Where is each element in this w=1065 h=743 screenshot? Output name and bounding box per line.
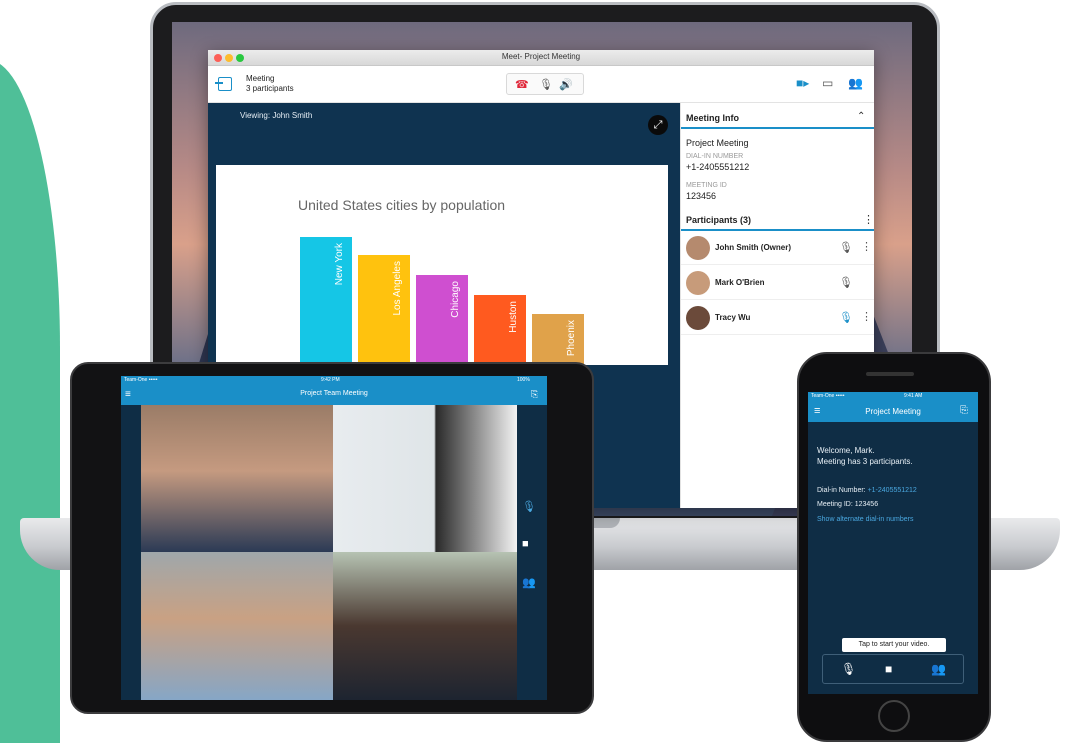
participants-count: 3 participants [246, 84, 294, 93]
participants-header: Participants (3) [686, 215, 752, 225]
phone-carrier: Team-One ••••• [811, 393, 845, 399]
phone-speaker [866, 372, 914, 376]
avatar [686, 236, 710, 260]
participant-row[interactable]: John Smith (Owner) 🎙 ⋮ [681, 231, 874, 265]
tablet-app-screen: Team-One ••••• 9:42 PM 100% ≡ Project Te… [121, 376, 547, 700]
chart-title: United States cities by population [298, 197, 506, 213]
chart-bar-label: Huston [508, 301, 519, 333]
avatar [686, 306, 710, 330]
chart-bar: Los Angeles [358, 255, 410, 365]
participants-more-icon[interactable]: ⋮ [863, 213, 874, 226]
participants-icon[interactable]: 👥 [522, 576, 536, 589]
participant-row[interactable]: Tracy Wu 🎙 ⋮ [681, 301, 874, 335]
avatar [686, 271, 710, 295]
chart-bar: Huston [474, 295, 526, 365]
phone-time: 9:41 AM [904, 393, 923, 399]
participants-icon[interactable]: 👥 [848, 76, 863, 90]
participants-icon[interactable]: 👥 [931, 662, 946, 676]
tablet-battery: 100% [517, 377, 530, 383]
hang-up-icon[interactable]: ☎ [515, 78, 529, 91]
mute-mic-icon[interactable]: 🎙 [522, 500, 536, 513]
meeting-info-header: Meeting Info [686, 113, 739, 123]
chart-bar: New York [300, 237, 352, 365]
meeting-name: Project Meeting [686, 138, 749, 148]
tablet-carrier: Team-One ••••• [124, 377, 158, 383]
mute-mic-icon[interactable]: 🎙 [839, 311, 853, 324]
dial-in-label: Dial-in Number: [817, 487, 868, 494]
meeting-title: Meeting [246, 74, 275, 83]
video-tile-participant-four [333, 552, 517, 700]
chart-bar: Phoenix [532, 314, 584, 365]
phone-home-button[interactable] [878, 700, 910, 732]
meeting-id: 123456 [686, 191, 717, 201]
mute-mic-icon[interactable]: 🎙 [841, 662, 856, 676]
phone-title: Project Meeting [865, 407, 921, 416]
meeting-info-divider [681, 127, 874, 129]
speaker-icon[interactable]: 🔊 [559, 78, 573, 91]
collapse-chevron-icon[interactable]: ⌃ [857, 111, 865, 122]
alternate-numbers-link[interactable]: Show alternate dial-in numbers [817, 516, 914, 523]
tablet-time: 9:42 PM [321, 377, 340, 383]
bar-chart: New York Los Angeles Chicago Huston Phoenix [300, 237, 590, 365]
mute-mic-icon[interactable]: 🎙 [839, 241, 853, 254]
meeting-label: Meeting 3 participants [246, 74, 294, 94]
screen-share-icon[interactable]: ▭ [822, 76, 833, 90]
decorative-green-band [0, 60, 60, 743]
start-video-tooltip: Tap to start your video. [842, 638, 946, 652]
call-controls: ☎ 🎙 🔊 [506, 73, 584, 95]
tablet-header: ≡ Project Team Meeting ⎘ [121, 386, 547, 405]
dial-in-number: +1-2405551212 [686, 162, 750, 172]
participant-row[interactable]: Mark O'Brien 🎙 [681, 266, 874, 300]
more-options-icon[interactable]: ⋮ [861, 240, 872, 253]
chart-bar-label: Los Angeles [392, 261, 403, 316]
dial-in-label: DIAL-IN NUMBER [686, 153, 744, 160]
participant-name: John Smith (Owner) [715, 243, 791, 252]
dial-in-number-link[interactable]: +1-2405551212 [868, 487, 917, 494]
video-tile-mark-obrien [141, 552, 333, 700]
phone-status-bar: Team-One ••••• 9:41 AM [808, 392, 978, 402]
participant-name: Mark O'Brien [715, 278, 765, 287]
meeting-id-label: MEETING ID [686, 182, 727, 189]
mute-mic-icon[interactable]: 🎙 [539, 78, 553, 91]
phone-header: ≡ Project Meeting ⎘ [808, 402, 978, 422]
tablet-title: Project Team Meeting [300, 390, 368, 397]
meeting-toolbar: Meeting 3 participants ☎ 🎙 🔊 ■▸ ▭ 👥 [208, 66, 874, 103]
window-title: Meet- Project Meeting [501, 52, 581, 61]
phone-call-controls: 🎙 ■ 👥 [822, 654, 964, 684]
chart-bar-label: New York [334, 243, 345, 286]
viewing-label: Viewing: John Smith [240, 111, 313, 120]
chart-bar-label: Phoenix [566, 320, 577, 357]
leave-meeting-icon[interactable]: ⎘ [960, 405, 968, 416]
mute-mic-icon[interactable]: 🎙 [839, 276, 853, 289]
video-camera-icon[interactable]: ■▸ [796, 76, 809, 90]
expand-icon[interactable]: ⤢ [648, 115, 668, 135]
video-camera-icon[interactable]: ■ [885, 662, 892, 676]
product-showcase: Meet- Project Meeting Meeting 3 particip… [0, 0, 1065, 743]
leave-meeting-icon[interactable] [215, 77, 232, 91]
meeting-id-text: Meeting ID: 123456 [817, 501, 879, 508]
chart-bar-label: Chicago [450, 281, 461, 318]
tablet-status-bar: Team-One ••••• 9:42 PM 100% [121, 376, 547, 386]
participant-name: Tracy Wu [715, 313, 751, 322]
video-tile-tracy-wu [333, 405, 517, 552]
chart-bar: Chicago [416, 275, 468, 365]
phone-app-screen: Team-One ••••• 9:41 AM ≡ Project Meeting… [808, 392, 978, 694]
video-camera-icon[interactable]: ■ [522, 538, 529, 550]
shared-slide: United States cities by population New Y… [216, 165, 668, 365]
leave-meeting-icon[interactable]: ⎘ [531, 389, 538, 400]
welcome-text: Welcome, Mark. [817, 446, 875, 455]
dial-in-line: Dial-in Number: +1-2405551212 [817, 487, 917, 494]
participants-text: Meeting has 3 participants. [817, 457, 913, 466]
video-tile-john-smith [141, 405, 333, 552]
more-options-icon[interactable]: ⋮ [861, 310, 872, 323]
window-titlebar: Meet- Project Meeting [208, 50, 874, 66]
tablet-side-controls: 🎙 ■ 👥 [517, 494, 541, 604]
